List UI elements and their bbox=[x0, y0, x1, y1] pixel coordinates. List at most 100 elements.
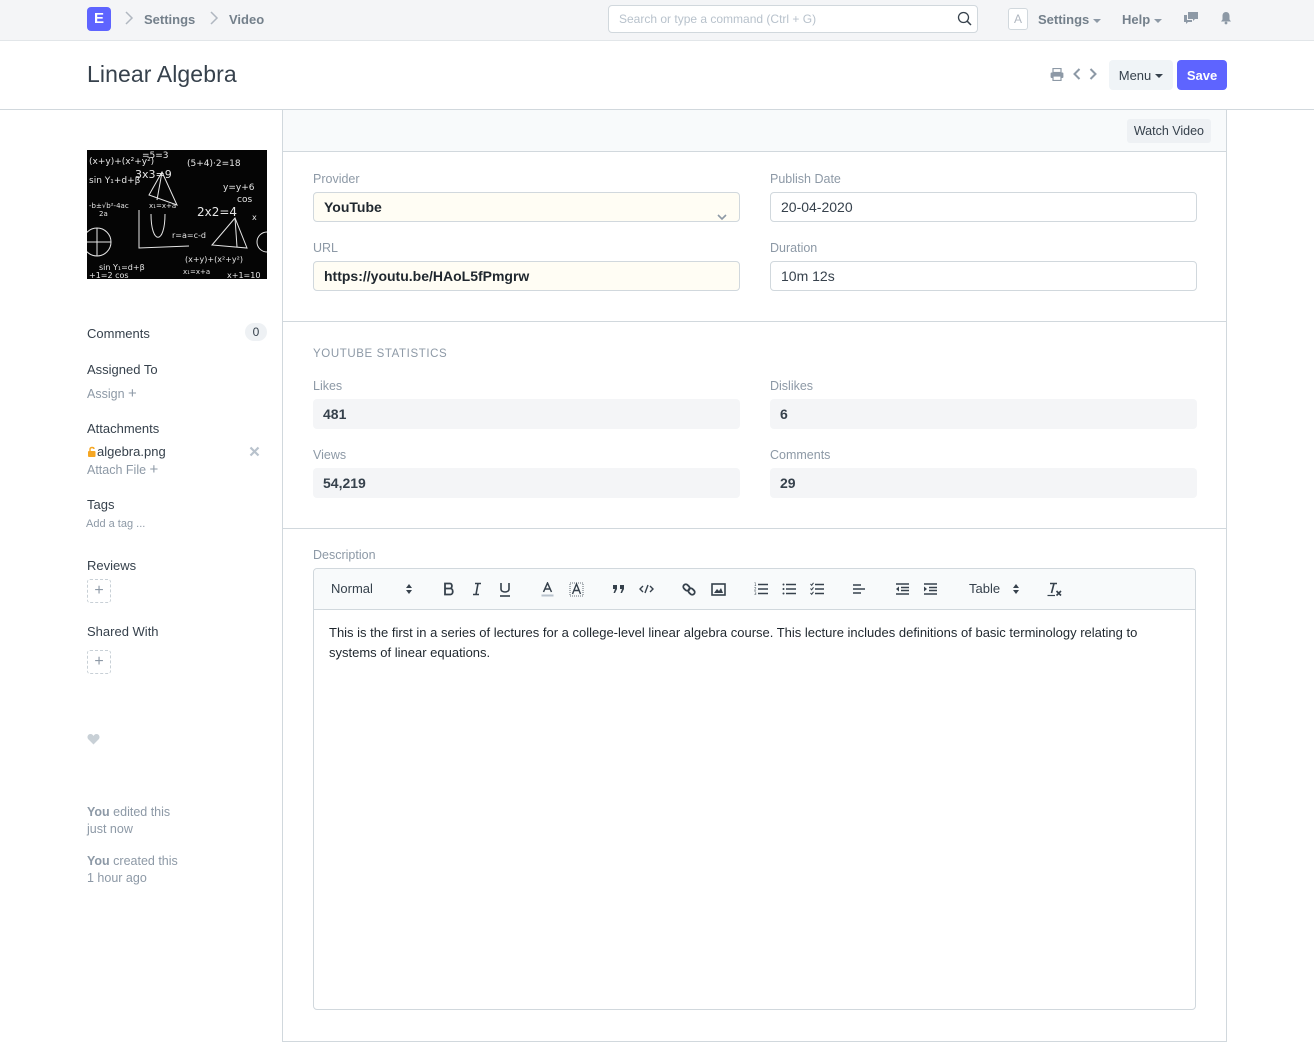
url-label: URL bbox=[313, 241, 339, 255]
bold-icon[interactable] bbox=[442, 579, 456, 599]
plus-icon: + bbox=[149, 461, 159, 478]
shared-with-label: Shared With bbox=[87, 624, 159, 639]
url-input[interactable]: https://youtu.be/HAoL5fPmgrw bbox=[313, 261, 740, 291]
publish-date-input[interactable]: 20-04-2020 bbox=[770, 192, 1197, 222]
save-button[interactable]: Save bbox=[1177, 60, 1227, 90]
settings-dropdown-label: Settings bbox=[1038, 12, 1090, 27]
outdent-icon[interactable] bbox=[894, 579, 910, 599]
comments-label[interactable]: Comments bbox=[87, 326, 150, 341]
activity-action: edited this bbox=[109, 805, 171, 819]
caret-down-icon bbox=[1154, 18, 1163, 23]
youtube-statistics-heading: YOUTUBE STATISTICS bbox=[313, 348, 448, 360]
attachment-item[interactable]: algebra.png bbox=[87, 444, 166, 459]
blockquote-icon[interactable] bbox=[611, 579, 625, 599]
assign-link[interactable]: Assign + bbox=[87, 385, 137, 402]
editor-toolbar: Normal 1 2 3 Table bbox=[314, 569, 1195, 610]
previous-icon[interactable] bbox=[1072, 67, 1082, 84]
comments-stat-value: 29 bbox=[770, 468, 1197, 498]
plus-icon: + bbox=[128, 385, 137, 402]
caret-down-icon bbox=[1155, 74, 1164, 79]
help-dropdown-label: Help bbox=[1122, 12, 1151, 27]
svg-text:2x2=4: 2x2=4 bbox=[197, 205, 237, 219]
views-label: Views bbox=[313, 448, 347, 462]
svg-text:+1=2 cos: +1=2 cos bbox=[89, 271, 129, 279]
caret-down-icon bbox=[1093, 18, 1102, 23]
svg-text:sin Y₁+d+β: sin Y₁+d+β bbox=[89, 176, 141, 186]
ordered-list-icon[interactable]: 123 bbox=[753, 579, 769, 599]
breadcrumb-video[interactable]: Video bbox=[229, 12, 264, 27]
section-divider bbox=[283, 528, 1226, 529]
svg-text:(x+y)+(x²+y²): (x+y)+(x²+y²) bbox=[185, 255, 243, 264]
svg-text:cos: cos bbox=[237, 195, 252, 205]
search-icon[interactable] bbox=[957, 11, 973, 27]
like-heart-icon[interactable] bbox=[87, 733, 100, 748]
attach-file-label: Attach File bbox=[87, 463, 147, 477]
description-content[interactable]: This is the first in a series of lecture… bbox=[329, 623, 1184, 663]
description-label: Description bbox=[313, 548, 376, 562]
activity-user: You bbox=[87, 805, 110, 819]
add-tag-input[interactable]: Add a tag ... bbox=[86, 518, 145, 530]
breadcrumb-settings[interactable]: Settings bbox=[144, 12, 195, 27]
indent-icon[interactable] bbox=[922, 579, 938, 599]
help-dropdown[interactable]: Help bbox=[1122, 12, 1163, 27]
svg-text:x₁=x+a: x₁=x+a bbox=[183, 268, 210, 276]
svg-text:r=a=c-d: r=a=c-d bbox=[172, 231, 206, 240]
select-updown-icon bbox=[1013, 584, 1019, 594]
svg-text:-b±√b²-4ac: -b±√b²-4ac bbox=[89, 202, 129, 210]
table-select[interactable]: Table bbox=[969, 581, 1000, 596]
image-icon[interactable] bbox=[710, 579, 726, 599]
activity-edited: You edited this just now bbox=[87, 804, 170, 838]
menu-button[interactable]: Menu bbox=[1109, 60, 1173, 90]
duration-input[interactable]: 10m 12s bbox=[770, 261, 1197, 291]
activity-time: just now bbox=[87, 822, 133, 836]
svg-text:x₁=x+a: x₁=x+a bbox=[149, 202, 176, 210]
user-avatar[interactable]: A bbox=[1008, 8, 1028, 30]
format-select[interactable]: Normal bbox=[331, 581, 373, 596]
navbar: E Settings Video A Settings Help bbox=[0, 0, 1314, 41]
form-toolbar: Watch Video bbox=[283, 110, 1226, 152]
next-icon[interactable] bbox=[1088, 67, 1098, 84]
remove-attachment-icon[interactable] bbox=[249, 445, 260, 460]
watch-video-button[interactable]: Watch Video bbox=[1126, 119, 1211, 143]
bullet-list-icon[interactable] bbox=[781, 579, 797, 599]
code-block-icon[interactable] bbox=[638, 579, 654, 599]
clear-formatting-icon[interactable] bbox=[1047, 579, 1063, 599]
settings-dropdown[interactable]: Settings bbox=[1038, 12, 1102, 27]
chat-icon[interactable] bbox=[1183, 11, 1199, 28]
likes-value: 481 bbox=[313, 399, 740, 429]
menu-button-label: Menu bbox=[1118, 67, 1152, 83]
provider-select[interactable]: YouTube bbox=[313, 192, 740, 222]
activity-user: You bbox=[87, 854, 110, 868]
page-title: Linear Algebra bbox=[87, 61, 237, 87]
bell-icon[interactable] bbox=[1220, 11, 1232, 28]
underline-icon[interactable] bbox=[498, 579, 512, 599]
unlock-icon bbox=[88, 446, 96, 457]
activity-created: You created this 1 hour ago bbox=[87, 853, 178, 887]
svg-text:2a: 2a bbox=[99, 210, 108, 218]
add-review-button[interactable]: + bbox=[87, 579, 111, 603]
svg-text:3x3=9: 3x3=9 bbox=[135, 168, 172, 181]
align-left-icon[interactable] bbox=[851, 579, 867, 599]
app-logo[interactable]: E bbox=[87, 7, 111, 31]
text-color-icon[interactable] bbox=[540, 579, 554, 599]
likes-label: Likes bbox=[313, 379, 343, 393]
attachment-filename[interactable]: algebra.png bbox=[97, 444, 166, 459]
link-icon[interactable] bbox=[681, 579, 697, 599]
provider-value: YouTube bbox=[324, 199, 382, 215]
search-input[interactable] bbox=[609, 6, 939, 32]
background-color-icon[interactable] bbox=[568, 579, 584, 599]
print-icon[interactable] bbox=[1050, 67, 1064, 84]
activity-time: 1 hour ago bbox=[87, 871, 147, 885]
attachments-label: Attachments bbox=[87, 421, 160, 436]
activity-action: created this bbox=[109, 854, 178, 868]
select-updown-icon bbox=[406, 584, 412, 594]
checklist-icon[interactable] bbox=[809, 579, 825, 599]
chevron-down-icon bbox=[717, 202, 727, 230]
attach-file-link[interactable]: Attach File + bbox=[87, 461, 158, 478]
italic-icon[interactable] bbox=[471, 579, 483, 599]
svg-text:x+1=10: x+1=10 bbox=[227, 271, 260, 279]
svg-text:(5+4)·2=18: (5+4)·2=18 bbox=[187, 159, 241, 169]
add-share-button[interactable]: + bbox=[87, 650, 111, 674]
provider-label: Provider bbox=[313, 172, 360, 186]
description-editor: Normal 1 2 3 Table This is the first in … bbox=[313, 568, 1196, 1010]
